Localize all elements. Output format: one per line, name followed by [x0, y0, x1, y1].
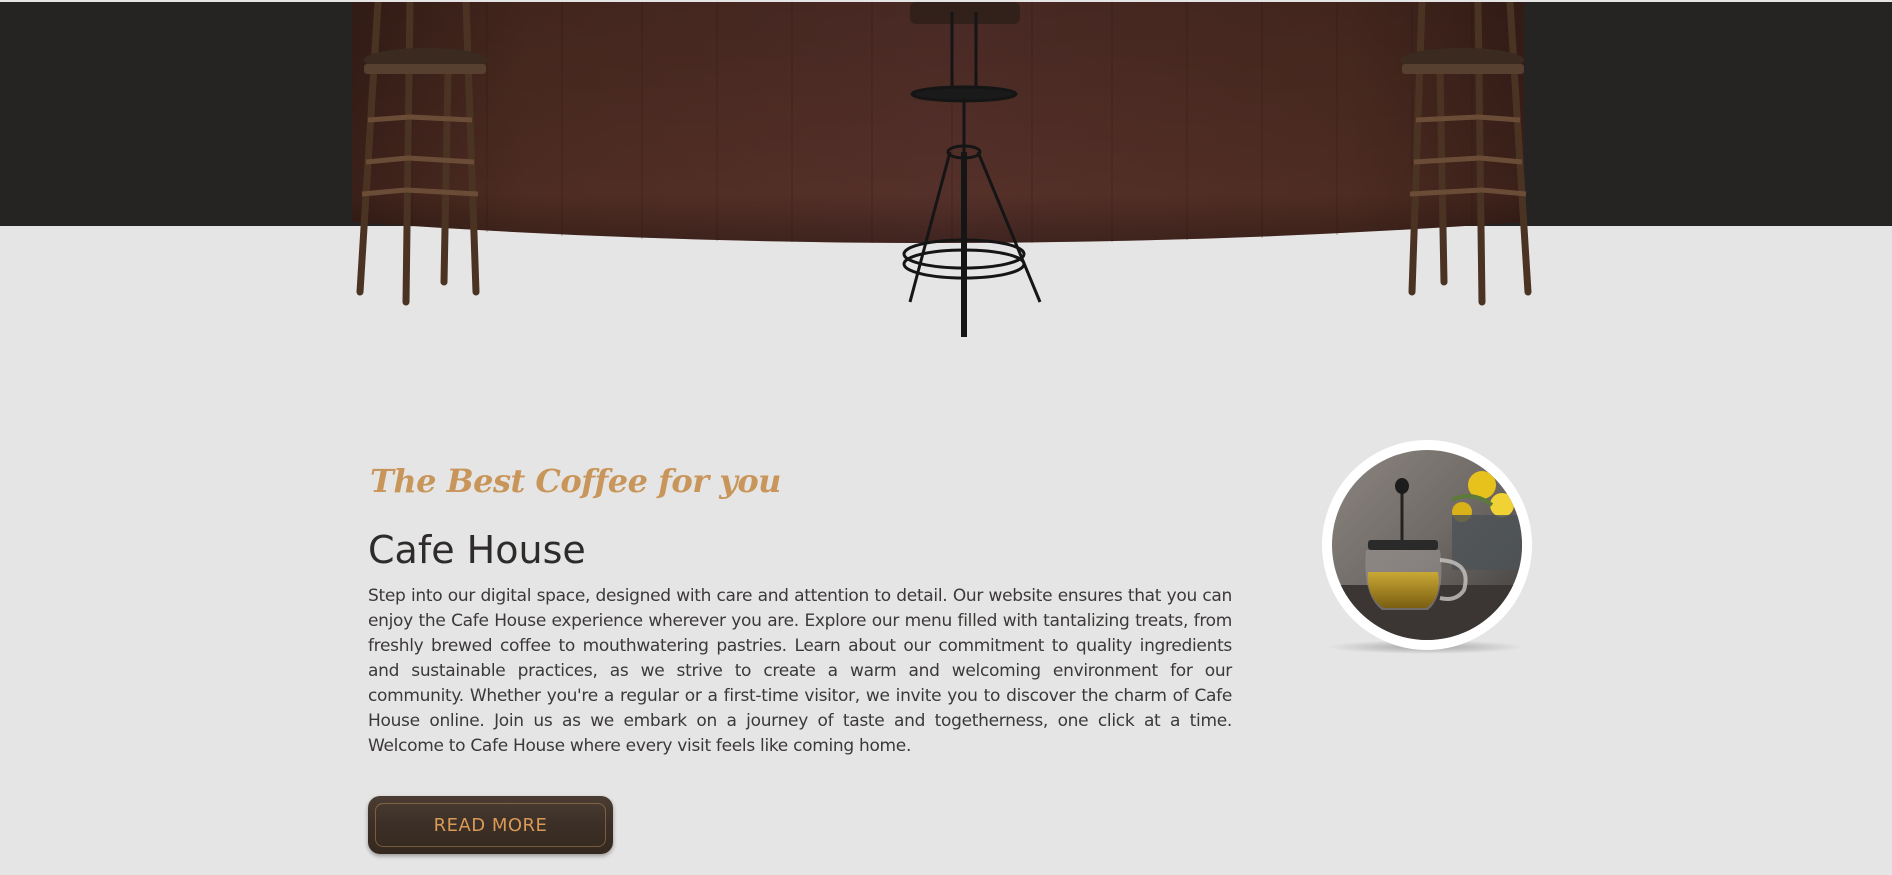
section-title: Cafe House — [368, 528, 586, 572]
teapot-photo — [1332, 450, 1522, 640]
tagline: The Best Coffee for you — [370, 462, 781, 500]
page: The Best Coffee for you Cafe House Step … — [0, 0, 1892, 875]
bar-stool-left — [348, 0, 538, 316]
photo-frame — [1322, 440, 1532, 650]
bar-stool-center — [880, 2, 1050, 351]
read-more-label: READ MORE — [433, 814, 548, 836]
read-more-button[interactable]: READ MORE — [368, 796, 613, 854]
bar-stool-right — [1350, 0, 1540, 316]
intro-paragraph: Step into our digital space, designed wi… — [368, 586, 1232, 756]
